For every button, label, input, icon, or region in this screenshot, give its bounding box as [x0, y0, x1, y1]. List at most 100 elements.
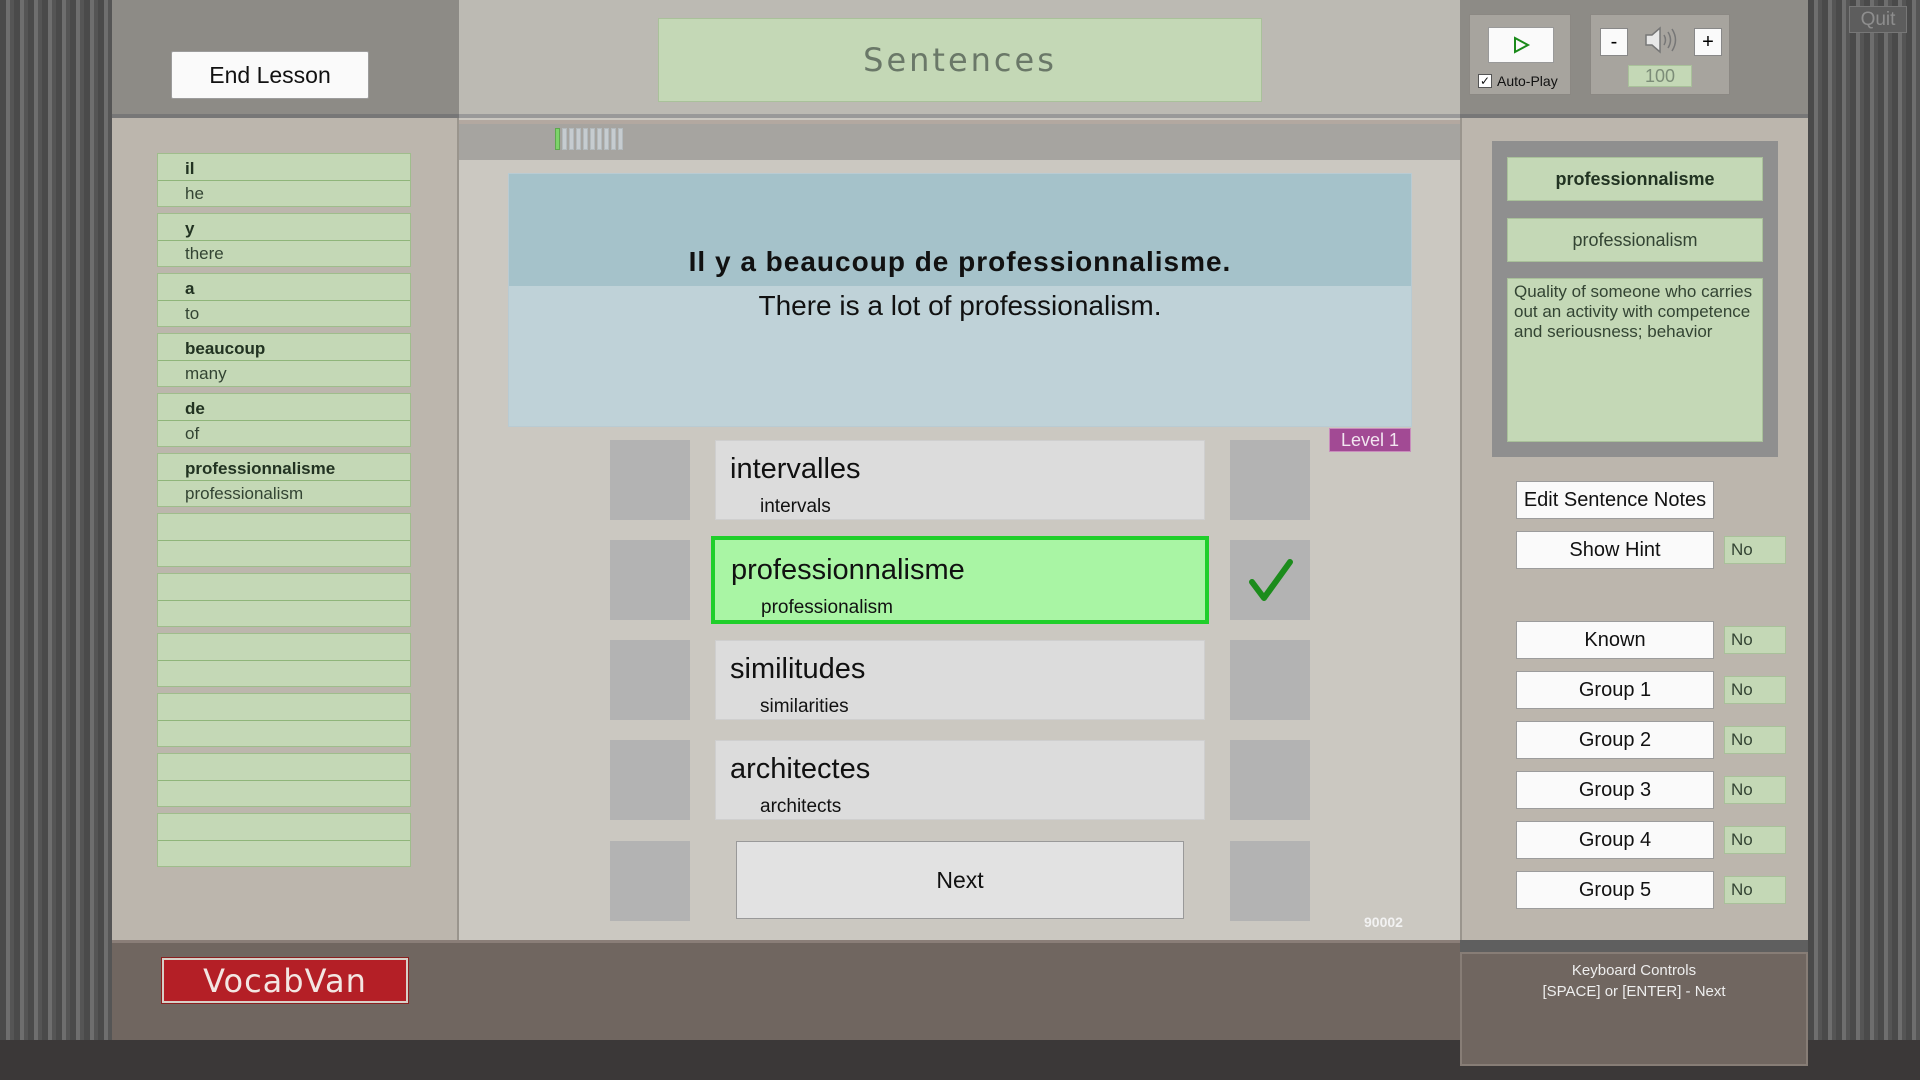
word-list-divider	[158, 600, 410, 601]
answer-right-slot	[1230, 740, 1310, 820]
answer-left-slot	[610, 640, 690, 720]
word-list-divider	[158, 300, 410, 301]
word-list-item: y there	[157, 213, 411, 267]
word-list-divider	[158, 240, 410, 241]
answer-word: professionnalisme	[731, 554, 965, 586]
word-list-item: professionnalisme professionalism	[157, 453, 411, 507]
answer-left-slot	[610, 440, 690, 520]
sentence-card: Il y a beaucoup de professionnalisme. Th…	[508, 173, 1412, 427]
checkmark-icon	[1249, 559, 1293, 601]
show-hint-value: No	[1724, 536, 1786, 564]
answer-translation: similarities	[760, 696, 849, 717]
word-list-translation: of	[185, 424, 200, 443]
word-list-divider	[158, 540, 410, 541]
word-list-item: a to	[157, 273, 411, 327]
word-list-word: a	[185, 279, 195, 298]
volume-controls: - + 100	[1590, 14, 1730, 95]
word-list-word: y	[185, 219, 195, 238]
show-hint-button[interactable]: Show Hint	[1516, 531, 1714, 569]
left-border-stripes	[0, 0, 112, 1040]
progress-bar	[555, 128, 635, 152]
word-list-item: il he	[157, 153, 411, 207]
word-list-item	[157, 693, 411, 747]
word-list-word: de	[185, 399, 205, 418]
word-list-divider	[158, 180, 410, 181]
page-title: Sentences	[658, 18, 1262, 102]
group-5-value: No	[1724, 876, 1786, 904]
word-list-translation: many	[185, 364, 227, 383]
session-id: 90002	[1364, 914, 1403, 930]
answer-option[interactable]: similitudes similarities	[715, 640, 1205, 720]
progress-segment	[555, 128, 560, 150]
word-list-translation: there	[185, 244, 224, 263]
keyboard-controls: Keyboard Controls [SPACE] or [ENTER] - N…	[1462, 960, 1806, 1002]
quit-button[interactable]: Quit	[1849, 6, 1907, 33]
answer-translation: architects	[760, 796, 842, 817]
word-list-item	[157, 573, 411, 627]
sentence-french: Il y a beaucoup de professionnalisme.	[688, 246, 1232, 277]
progress-segment	[618, 128, 623, 150]
group-1-value: No	[1724, 676, 1786, 704]
word-list-word: professionnalisme	[185, 459, 336, 478]
group-2-button[interactable]: Group 2	[1516, 721, 1714, 759]
group-3-value: No	[1724, 776, 1786, 804]
word-list-translation: to	[185, 304, 200, 323]
play-icon	[1514, 36, 1531, 54]
group-4-button[interactable]: Group 4	[1516, 821, 1714, 859]
word-list-translation: professionalism	[185, 484, 304, 503]
answer-right-slot	[1230, 841, 1310, 921]
vocabvan-logo: VocabVan	[161, 957, 409, 1004]
edit-sentence-notes-button[interactable]: Edit Sentence Notes	[1516, 481, 1714, 519]
volume-value: 100	[1628, 65, 1692, 87]
autoplay-toggle[interactable]: ✓ Auto-Play	[1478, 73, 1558, 89]
group-4-value: No	[1724, 826, 1786, 854]
group-2-value: No	[1724, 726, 1786, 754]
detail-word: professionnalisme	[1507, 157, 1763, 201]
answer-word: similitudes	[730, 653, 866, 685]
progress-segment	[597, 128, 602, 150]
detail-translation: professionalism	[1507, 218, 1763, 262]
autoplay-checkbox[interactable]: ✓	[1478, 74, 1492, 88]
word-list-translation: he	[185, 184, 204, 203]
volume-down-button[interactable]: -	[1600, 28, 1628, 56]
word-list-divider	[158, 840, 410, 841]
progress-segment	[611, 128, 616, 150]
word-list-divider	[158, 420, 410, 421]
playback-controls: ✓ Auto-Play	[1469, 14, 1571, 95]
word-list-divider	[158, 780, 410, 781]
answer-word: intervalles	[730, 453, 861, 485]
progress-segment	[569, 128, 574, 150]
known-value: No	[1724, 626, 1786, 654]
word-list-item	[157, 813, 411, 867]
answer-translation: professionalism	[761, 597, 893, 618]
answer-word: architectes	[730, 753, 871, 785]
group-1-button[interactable]: Group 1	[1516, 671, 1714, 709]
detail-definition: Quality of someone who carries out an ac…	[1507, 278, 1763, 442]
end-lesson-button[interactable]: End Lesson	[171, 51, 369, 99]
play-button[interactable]	[1488, 27, 1554, 63]
volume-up-button[interactable]: +	[1694, 28, 1722, 56]
answer-option[interactable]: intervalles intervals	[715, 440, 1205, 520]
progress-segment	[583, 128, 588, 150]
answer-right-slot	[1230, 640, 1310, 720]
answer-right-slot	[1230, 440, 1310, 520]
keyboard-controls-hint: [SPACE] or [ENTER] - Next	[1542, 983, 1726, 1000]
right-border-stripes	[1808, 0, 1920, 1040]
answer-option[interactable]: architectes architects	[715, 740, 1205, 820]
word-list-word: beaucoup	[185, 339, 266, 358]
answer-left-slot	[610, 841, 690, 921]
progress-segment	[576, 128, 581, 150]
level-badge: Level 1	[1329, 428, 1411, 452]
next-button[interactable]: Next	[736, 841, 1184, 919]
sentence-english: There is a lot of professionalism.	[758, 290, 1162, 321]
answer-option[interactable]: professionnalisme professionalism	[711, 536, 1209, 624]
group-5-button[interactable]: Group 5	[1516, 871, 1714, 909]
group-3-button[interactable]: Group 3	[1516, 771, 1714, 809]
known-button[interactable]: Known	[1516, 621, 1714, 659]
word-list-item	[157, 753, 411, 807]
word-list-divider	[158, 720, 410, 721]
progress-segment	[562, 128, 567, 150]
word-list-divider	[158, 360, 410, 361]
answer-left-slot	[610, 740, 690, 820]
word-list-item	[157, 513, 411, 567]
